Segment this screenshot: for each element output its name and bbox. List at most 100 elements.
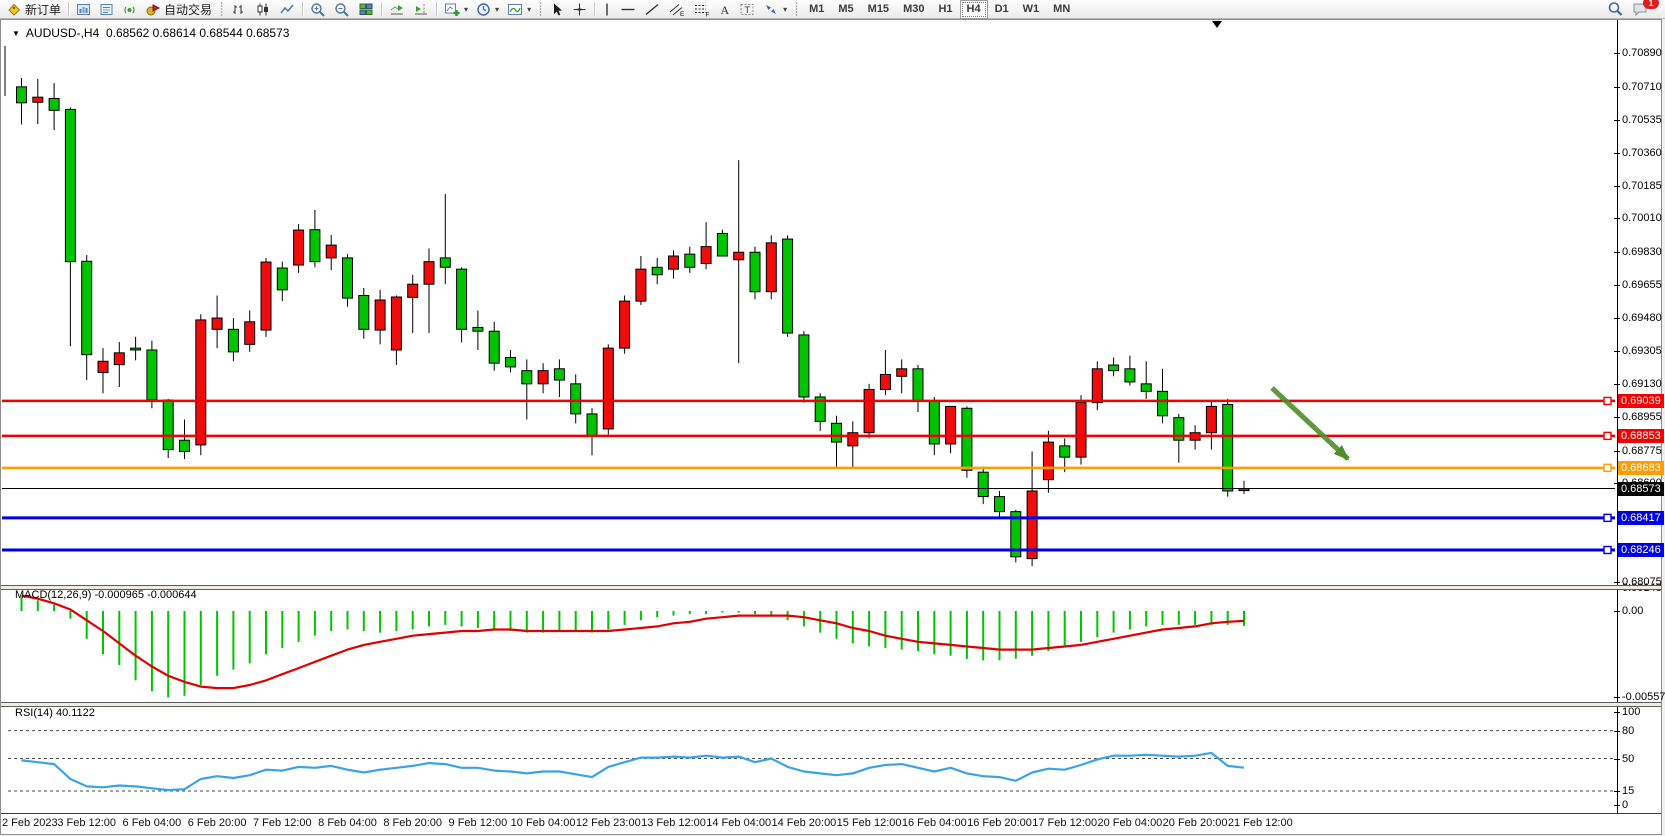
price-tag-0.68853: 0.68853 bbox=[1618, 429, 1664, 443]
chart-ohlc-values: 0.68562 0.68614 0.68544 0.68573 bbox=[106, 26, 290, 40]
timeframe-button-h1[interactable]: H1 bbox=[931, 0, 959, 19]
cursor-button[interactable] bbox=[546, 1, 568, 18]
rsi-panel-divider[interactable] bbox=[1, 702, 1661, 707]
chevron-down-icon[interactable]: ▾ bbox=[495, 5, 499, 14]
profile-icon bbox=[99, 2, 114, 17]
price-tick-mark bbox=[1614, 153, 1620, 154]
time-axis-label: 20 Feb 20:00 bbox=[1163, 817, 1228, 829]
timeframe-button-m30[interactable]: M30 bbox=[896, 0, 931, 19]
autotrade-button-label: 自动交易 bbox=[164, 1, 212, 18]
crosshair-button[interactable] bbox=[568, 1, 591, 18]
toolbar-grip bbox=[219, 2, 224, 16]
label-button[interactable]: T bbox=[735, 1, 759, 18]
candlestick-button[interactable] bbox=[251, 1, 275, 18]
time-axis-label: 7 Feb 12:00 bbox=[253, 817, 312, 829]
price-tick-mark bbox=[1614, 384, 1620, 385]
price-tick-label: 0.69305 bbox=[1622, 345, 1662, 357]
trendline-button[interactable] bbox=[640, 1, 664, 18]
charts-bar-button[interactable] bbox=[72, 1, 95, 18]
macd-panel-divider[interactable] bbox=[1, 585, 1661, 590]
chart-window-icon bbox=[76, 2, 91, 17]
profiles-button[interactable] bbox=[95, 1, 118, 18]
price-tick-mark bbox=[1614, 582, 1620, 583]
chevron-down-icon[interactable]: ▾ bbox=[783, 5, 787, 14]
time-axis-label: 6 Feb 20:00 bbox=[188, 817, 247, 829]
line-chart-button[interactable] bbox=[275, 1, 299, 18]
notifications-button[interactable]: 1 bbox=[1628, 1, 1653, 18]
chevron-down-icon[interactable]: ▾ bbox=[527, 5, 531, 14]
bar-chart-button[interactable] bbox=[227, 1, 251, 18]
candlestick-icon bbox=[255, 2, 271, 17]
toolbar-grip bbox=[538, 2, 543, 16]
macd-tick-mark bbox=[1614, 697, 1620, 698]
price-tick-mark bbox=[1614, 53, 1620, 54]
notification-badge: 1 bbox=[1643, 0, 1659, 9]
price-tick-mark bbox=[1614, 351, 1620, 352]
vertical-line-icon bbox=[602, 2, 612, 17]
price-tick-label: 0.70360 bbox=[1622, 147, 1662, 159]
time-axis-label: 17 Feb 12:00 bbox=[1032, 817, 1097, 829]
chart-shift-button[interactable] bbox=[409, 1, 433, 18]
timeframe-button-h4[interactable]: H4 bbox=[960, 0, 988, 19]
time-axis-label: 16 Feb 04:00 bbox=[902, 817, 967, 829]
mt4-window: 新订单 自动交易 ▾ ▾ ▾ EFA T ▾ M1M5M15M30H1H4D1W1MN 1 ▼ AU… bbox=[0, 0, 1665, 836]
time-axis-label: 14 Feb 20:00 bbox=[771, 817, 836, 829]
template-icon bbox=[507, 2, 523, 17]
signals-button[interactable] bbox=[118, 1, 141, 18]
fibonacci-button[interactable]: F bbox=[689, 1, 714, 18]
timeframe-button-m5[interactable]: M5 bbox=[831, 0, 860, 19]
price-tag-0.68246: 0.68246 bbox=[1618, 543, 1664, 557]
price-tick-label: 0.70010 bbox=[1622, 212, 1662, 224]
rsi-tick-mark bbox=[1614, 805, 1620, 806]
price-tag-0.68417: 0.68417 bbox=[1618, 511, 1664, 525]
tile-windows-button[interactable] bbox=[354, 1, 378, 18]
timeframe-button-w1[interactable]: W1 bbox=[1016, 0, 1047, 19]
tag-icon bbox=[6, 2, 22, 17]
tile-windows-icon bbox=[358, 2, 374, 17]
price-tick-label: 0.68775 bbox=[1622, 445, 1662, 457]
toolbar-separator bbox=[436, 2, 437, 16]
zoom-out-button[interactable] bbox=[330, 1, 354, 18]
time-axis-label: 8 Feb 04:00 bbox=[318, 817, 377, 829]
svg-text:T: T bbox=[745, 5, 751, 15]
chart-shift-marker-icon bbox=[1212, 21, 1222, 28]
chevron-down-icon[interactable]: ▼ bbox=[12, 29, 20, 38]
periods-button[interactable]: ▾ bbox=[472, 1, 503, 18]
chevron-down-icon[interactable]: ▾ bbox=[464, 5, 468, 14]
timeframe-button-mn[interactable]: MN bbox=[1046, 0, 1077, 19]
time-axis-label: 13 Feb 12:00 bbox=[641, 817, 706, 829]
time-axis-label: 2 Feb 2023 bbox=[2, 817, 58, 829]
chart-symbol-period: AUDUSD-,H4 bbox=[26, 26, 99, 40]
timeframe-button-d1[interactable]: D1 bbox=[988, 0, 1016, 19]
templates-button[interactable]: ▾ bbox=[503, 1, 535, 18]
timeframe-button-m15[interactable]: M15 bbox=[861, 0, 896, 19]
autotrade-button[interactable]: 自动交易 bbox=[141, 1, 216, 18]
timeframe-button-m1[interactable]: M1 bbox=[802, 0, 831, 19]
indicators-button[interactable]: ▾ bbox=[440, 1, 472, 18]
auto-scroll-button[interactable] bbox=[385, 1, 409, 18]
autotrade-icon bbox=[145, 2, 161, 17]
time-axis-label: 9 Feb 12:00 bbox=[449, 817, 508, 829]
price-tick-mark bbox=[1614, 451, 1620, 452]
vertical-line-button[interactable] bbox=[598, 1, 616, 18]
search-button[interactable] bbox=[1603, 1, 1628, 18]
channel-button[interactable]: E bbox=[664, 1, 689, 18]
horizontal-line-button[interactable] bbox=[616, 1, 640, 18]
zoom-in-icon bbox=[310, 2, 326, 17]
price-tick-mark bbox=[1614, 252, 1620, 253]
signal-icon bbox=[122, 2, 137, 17]
price-tag-0.69039: 0.69039 bbox=[1618, 394, 1664, 408]
new-order-button[interactable]: 新订单 bbox=[2, 1, 65, 18]
zoom-in-button[interactable] bbox=[306, 1, 330, 18]
text-button[interactable]: A bbox=[714, 1, 735, 18]
chart-area[interactable] bbox=[0, 19, 1662, 835]
fibonacci-icon: F bbox=[693, 2, 710, 17]
price-tick-label: 0.69830 bbox=[1622, 246, 1662, 258]
price-tick-mark bbox=[1614, 120, 1620, 121]
crosshair-icon bbox=[572, 2, 587, 17]
arrows-button[interactable]: ▾ bbox=[759, 1, 791, 18]
price-tick-mark bbox=[1614, 417, 1620, 418]
bar-chart-icon bbox=[231, 2, 247, 17]
trendline-icon bbox=[644, 2, 660, 17]
svg-text:A: A bbox=[721, 3, 730, 17]
